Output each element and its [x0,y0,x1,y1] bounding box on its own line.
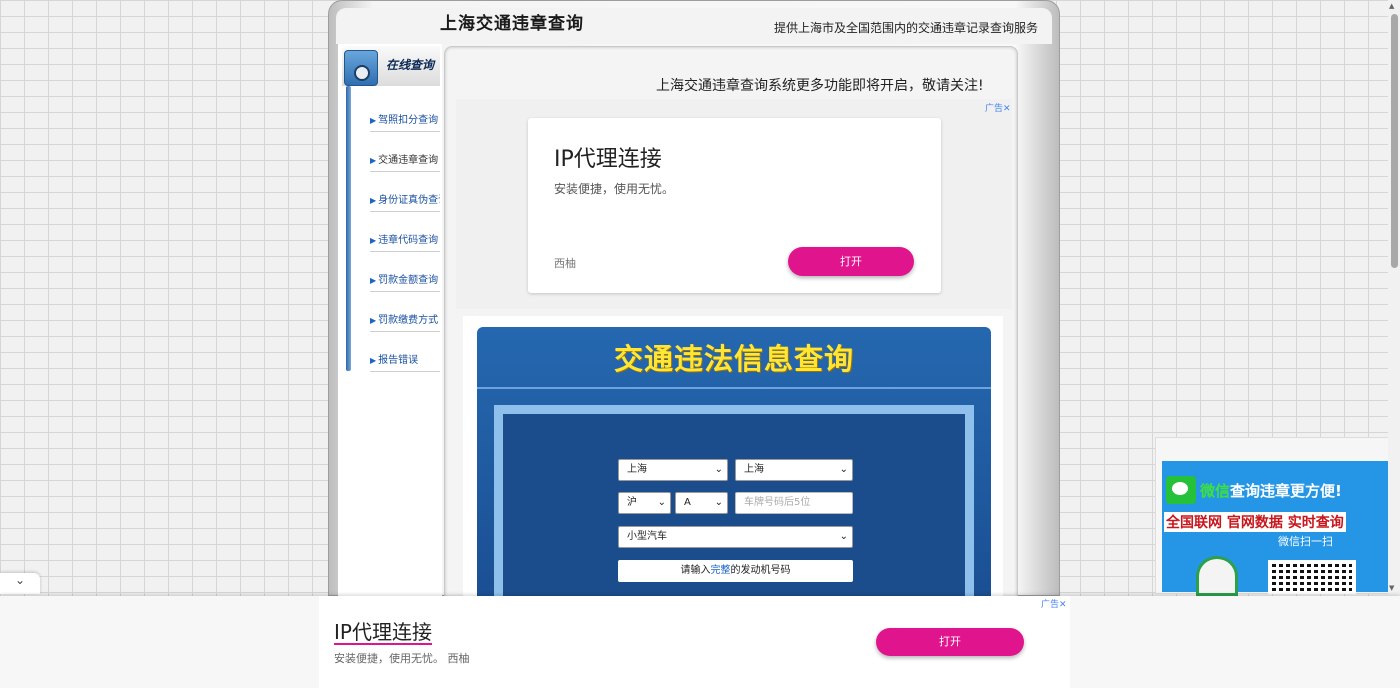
ad-label-text: 广告 [1041,600,1060,610]
anchor-ad-open-button[interactable]: 打开 [876,628,1024,656]
scroll-down-icon[interactable]: ▼ [1389,584,1394,592]
sidebar-item-label: 违章代码查询 [378,235,439,246]
notice-text: 上海交通违章查询系统更多功能即将开启，敬请关注! [656,78,984,94]
plate-number-input[interactable]: 车牌号码后5位 [735,492,853,514]
plate-letter-value: A [684,497,691,508]
chevron-down-icon: ⌄ [14,573,26,587]
city-select[interactable]: 上海 ⌄ [735,459,853,481]
chevron-down-icon: ⌄ [714,497,723,508]
arrow-right-icon: ▶ [370,116,377,125]
wechat-promo-features: 全国联网 官网数据 实时查询 [1164,512,1346,532]
arrow-right-icon: ▶ [370,276,377,285]
sidebar-item-traffic-violation[interactable]: ▶ 交通违章查询 [370,133,440,172]
sidebar-item-license-points[interactable]: ▶ 驾照扣分查询 [370,93,440,132]
ad-label[interactable]: 广告✕ [1041,597,1067,610]
anchor-ad-title[interactable]: IP代理连接 [334,621,432,645]
sidebar-item-label: 报告错误 [378,355,419,366]
ad-open-button[interactable]: 打开 [788,247,914,276]
site-slogan: 提供上海市及全国范围内的交通违章记录查询服务 [774,21,1039,35]
qr-code-icon [1268,560,1356,594]
sidebar-item-violation-code[interactable]: ▶ 违章代码查询 [370,213,440,252]
sidebar-item-payment-method[interactable]: ▶ 罚款缴费方式 [370,293,440,332]
close-icon[interactable]: ✕ [1059,600,1067,610]
vehicle-type-select[interactable]: 小型汽车 ⌄ [618,526,853,548]
engine-number-input[interactable]: 请输入完整的发动机号码 [618,560,853,582]
sidebar-item-label: 罚款缴费方式 [378,315,439,326]
plate-prefix-select[interactable]: 沪 ⌄ [618,492,671,514]
camera-icon [344,50,378,86]
sidebar-item-label: 交通违章查询 [378,155,439,166]
city-value: 上海 [744,464,764,475]
plate-letter-select[interactable]: A ⌄ [675,492,728,514]
wechat-headline-text: 查询违章更方便! [1230,482,1342,500]
ad-title[interactable]: IP代理连接 [554,141,662,173]
scrollbar-thumb[interactable] [1391,14,1398,268]
arrow-right-icon: ▶ [370,316,377,325]
site-title: 上海交通违章查询 [440,14,584,34]
arrow-right-icon: ▶ [370,196,377,205]
wechat-promo-headline: 微信查询违章更方便! [1200,480,1342,501]
scroll-up-icon[interactable]: ▲ [1389,2,1394,10]
arrow-right-icon: ▶ [370,356,377,365]
engine-prompt-suffix: 的发动机号码 [730,565,791,576]
sidebar-item-label: 身份证真伪查询 [378,195,440,206]
anchor-ad-subtitle: 安装便捷，使用无忧。 西柚 [334,652,470,665]
close-icon[interactable]: ✕ [1003,104,1011,114]
engine-prompt: 请输入 [680,565,711,576]
sidebar-item-id-check[interactable]: ▶身份证真伪查询 [370,173,440,212]
query-title: 交通违法信息查询 [613,342,854,376]
arrow-right-icon: ▶ [370,236,377,245]
sidebar-item-label: 驾照扣分查询 [378,115,439,126]
collapse-ad-button[interactable]: ⌄ [0,573,40,594]
wechat-scan-text: 微信扫一扫 [1278,535,1333,548]
ad-label-text: 广告 [985,104,1004,114]
chevron-down-icon: ⌄ [839,531,848,542]
sidebar-item-label: 罚款金额查询 [378,275,439,286]
sidebar-heading: 在线查询 [386,58,435,72]
ad-subtitle: 安装便捷，使用无忧。 [554,182,675,196]
province-value: 上海 [627,464,647,475]
wechat-label: 微信 [1200,482,1231,500]
chevron-down-icon: ⌄ [714,464,723,475]
vehicle-type-value: 小型汽车 [627,531,667,542]
ad-label[interactable]: 广告✕ [985,101,1011,114]
divider [477,387,991,389]
ad-brand: 西柚 [554,257,576,270]
sidebar-item-report-error[interactable]: ▶ 报告错误 [370,333,440,372]
chevron-down-icon: ⌄ [839,464,848,475]
sidebar-item-fine-amount[interactable]: ▶ 罚款金额查询 [370,253,440,292]
engine-prompt-highlight: 完整 [710,565,731,576]
plate-prefix-value: 沪 [627,497,637,508]
chevron-down-icon: ⌄ [657,497,666,508]
province-select[interactable]: 上海 ⌄ [618,459,728,481]
sidebar-rail [346,86,351,371]
mascot-icon [1196,556,1238,596]
wechat-icon [1166,476,1196,504]
arrow-right-icon: ▶ [370,156,377,165]
